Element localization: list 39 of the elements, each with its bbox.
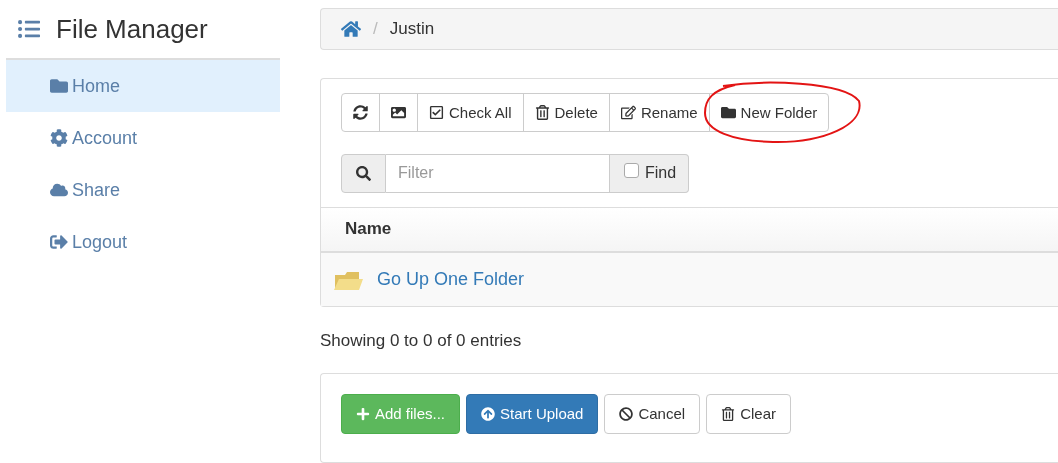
upload-icon	[481, 406, 496, 421]
entries-info: Showing 0 to 0 of 0 entries	[320, 330, 522, 350]
search-icon	[356, 165, 371, 181]
folder-icon	[50, 77, 68, 95]
folder-icon	[720, 104, 736, 120]
nav-item[interactable]: Home	[6, 60, 280, 112]
cloud-icon	[50, 181, 68, 199]
filter-field[interactable]: Filter	[386, 153, 610, 193]
ban-icon	[619, 406, 634, 421]
refresh-icon	[353, 104, 368, 120]
toolbar-button[interactable]: Delete	[522, 92, 610, 132]
checkbox[interactable]	[624, 162, 639, 178]
trash-icon	[721, 406, 736, 421]
gear-icon	[50, 129, 68, 147]
toolbar-button[interactable]: New Folder	[708, 92, 830, 132]
breadcrumb-item[interactable]: Justin	[389, 18, 435, 39]
breadcrumb-separator: /	[373, 18, 378, 39]
edit-icon	[620, 104, 636, 120]
upload-button[interactable]: Clear	[706, 393, 791, 434]
find-checkbox[interactable]: Find	[610, 153, 690, 193]
image-button[interactable]	[379, 92, 418, 132]
plus-icon	[356, 406, 370, 421]
go-up-link[interactable]: Go Up One Folder	[377, 268, 525, 290]
home-icon[interactable]	[341, 18, 361, 39]
checkbox-icon	[429, 104, 444, 120]
trash-icon	[534, 104, 550, 120]
nav-item[interactable]: Account	[6, 112, 280, 164]
toolbar-button[interactable]: Check All	[417, 92, 524, 132]
upload-button[interactable]: Start Upload	[466, 393, 599, 434]
menu-icon[interactable]	[18, 18, 40, 40]
toolbar-button[interactable]: Rename	[608, 92, 710, 132]
upload-button[interactable]: Cancel	[604, 393, 701, 434]
nav-item[interactable]: Share	[6, 164, 280, 216]
column-header[interactable]: Name	[345, 219, 392, 240]
logout-icon	[50, 233, 68, 251]
nav-item[interactable]: Logout	[6, 216, 280, 268]
app-title: File Manager	[56, 13, 208, 45]
image-icon	[391, 104, 406, 120]
refresh-button[interactable]	[341, 92, 380, 132]
